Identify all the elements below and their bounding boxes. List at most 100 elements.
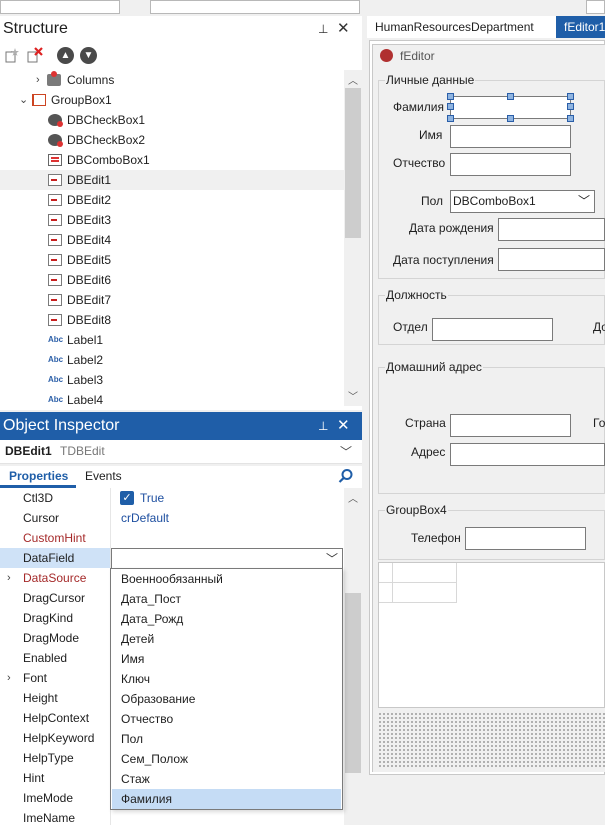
prop-scroll-up-icon[interactable]: ︿ <box>348 490 358 505</box>
tree-item[interactable]: › Columns <box>0 70 344 90</box>
tab-human-resources[interactable]: HumanResourcesDepartment <box>367 16 556 38</box>
tab-feditor1[interactable]: fEditor1 <box>556 16 605 38</box>
hire-date-field[interactable] <box>498 248 605 271</box>
tree-item[interactable]: Abc Label3 <box>0 370 344 390</box>
property-value[interactable]: True <box>140 488 164 508</box>
top-right-box[interactable] <box>586 0 605 14</box>
move-down-icon[interactable]: ▼ <box>80 47 97 64</box>
form-icon <box>380 49 393 62</box>
chevron-down-icon[interactable]: ﹀ <box>326 550 338 567</box>
scroll-down-icon[interactable]: ﹀ <box>348 388 358 403</box>
tree-item[interactable]: Abc Label2 <box>0 350 344 370</box>
tab-events[interactable]: Events <box>85 469 122 483</box>
tree-item[interactable]: DBEdit7 <box>0 290 344 310</box>
selection-handle[interactable] <box>507 115 514 122</box>
close-icon[interactable]: ✕ <box>337 19 350 37</box>
selection-handle[interactable] <box>447 93 454 100</box>
selection-handle[interactable] <box>447 115 454 122</box>
tree-item[interactable]: DBComboBox1 <box>0 150 344 170</box>
tree-item[interactable]: DBEdit4 <box>0 230 344 250</box>
chevron-right-icon[interactable]: › <box>36 70 40 90</box>
dropdown-item[interactable]: Имя <box>112 649 341 669</box>
datafield-dropdown: Военнообязанный Дата_Пост Дата_Рожд Детей Им… <box>110 568 343 810</box>
inspector-header: Object Inspector ⊥ ✕ <box>0 412 362 440</box>
tree-item-label: DBEdit2 <box>67 193 112 207</box>
checkbox-icon <box>48 134 63 147</box>
dbedit2-field[interactable] <box>450 125 571 148</box>
property-row[interactable]: ImeName <box>0 808 344 825</box>
property-value[interactable]: crDefault <box>121 508 169 528</box>
checkbox-checked-icon[interactable]: ✓ <box>120 491 134 505</box>
tree-item-label: Columns <box>67 73 115 87</box>
dropdown-item[interactable]: Стаж <box>112 769 341 789</box>
property-scrollbar[interactable]: ︿ <box>344 488 362 825</box>
dbedit3-field[interactable] <box>450 153 571 176</box>
dbgrid[interactable] <box>378 562 605 708</box>
sex-combobox[interactable]: DBComboBox1 ﹀ <box>450 190 595 213</box>
datafield-combo[interactable]: ﹀ <box>111 548 343 569</box>
selection-handle[interactable] <box>447 103 454 110</box>
phone-field[interactable] <box>465 527 586 550</box>
inspector-title: Object Inspector <box>3 417 120 434</box>
edit-icon <box>48 174 62 186</box>
chevron-down-icon[interactable]: ﹀ <box>340 443 352 460</box>
birth-date-field[interactable] <box>498 218 605 241</box>
structure-scrollbar[interactable]: ︿ ﹀ <box>344 70 362 406</box>
tree-item[interactable]: ⌄ GroupBox1 <box>0 90 344 110</box>
department-field[interactable] <box>432 318 553 341</box>
new-item-icon[interactable] <box>4 46 22 64</box>
move-up-icon[interactable]: ▲ <box>57 47 74 64</box>
dropdown-item[interactable]: Фамилия <box>112 789 341 809</box>
inspector-close-icon[interactable]: ✕ <box>337 416 350 434</box>
tree-item[interactable]: DBEdit1 <box>0 170 344 190</box>
top-strip-field-2[interactable] <box>150 0 360 14</box>
tree-item-label: DBEdit7 <box>67 293 112 307</box>
component-selector[interactable]: DBEdit1 TDBEdit ﹀ <box>0 440 362 464</box>
inspector-pin-icon[interactable]: ⊥ <box>318 419 328 433</box>
dropdown-item[interactable]: Пол <box>112 729 341 749</box>
delete-item-icon[interactable] <box>26 46 44 64</box>
dropdown-item[interactable]: Детей <box>112 629 341 649</box>
label-name: Имя <box>419 128 443 142</box>
dropdown-item[interactable]: Сем_Полож <box>112 749 341 769</box>
dropdown-item[interactable]: Дата_Пост <box>112 589 341 609</box>
chevron-down-icon[interactable]: ⌄ <box>19 90 28 110</box>
property-name: ImeName <box>23 811 76 825</box>
property-row[interactable]: Cursor crDefault <box>0 508 344 528</box>
selection-handle[interactable] <box>507 93 514 100</box>
top-strip-field[interactable] <box>0 0 120 14</box>
property-row[interactable]: Ctl3D ✓ True <box>0 488 344 508</box>
expand-icon[interactable]: › <box>7 668 11 688</box>
selection-handle[interactable] <box>567 93 574 100</box>
splitter[interactable] <box>362 0 369 825</box>
expand-icon[interactable]: › <box>7 568 11 588</box>
dropdown-item[interactable]: Образование <box>112 689 341 709</box>
prop-scroll-thumb[interactable] <box>345 593 361 773</box>
tree-item[interactable]: DBEdit8 <box>0 310 344 330</box>
tab-properties[interactable]: Properties <box>9 469 68 483</box>
property-name: DragCursor <box>23 591 86 605</box>
scroll-up-icon[interactable]: ︿ <box>348 72 358 87</box>
label-sex: Пол <box>421 194 444 208</box>
dropdown-item[interactable]: Военнообязанный <box>112 569 341 589</box>
dropdown-item[interactable]: Дата_Рожд <box>112 609 341 629</box>
tree-item[interactable]: DBEdit6 <box>0 270 344 290</box>
dropdown-item[interactable]: Отчество <box>112 709 341 729</box>
tree-item[interactable]: DBEdit2 <box>0 190 344 210</box>
chevron-down-icon[interactable]: ﹀ <box>578 191 590 212</box>
selection-handle[interactable] <box>567 103 574 110</box>
pin-icon[interactable]: ⊥ <box>318 22 328 36</box>
property-row[interactable]: CustomHint <box>0 528 344 548</box>
search-icon[interactable] <box>338 468 354 484</box>
tree-item[interactable]: DBCheckBox2 <box>0 130 344 150</box>
tree-item[interactable]: DBEdit3 <box>0 210 344 230</box>
address-field[interactable] <box>450 443 605 466</box>
tree-item[interactable]: Abc Label1 <box>0 330 344 350</box>
country-field[interactable] <box>450 414 571 437</box>
scroll-thumb[interactable] <box>345 88 361 238</box>
selection-handle[interactable] <box>567 115 574 122</box>
dropdown-item[interactable]: Ключ <box>112 669 341 689</box>
tree-item[interactable]: DBEdit5 <box>0 250 344 270</box>
tree-item[interactable]: DBCheckBox1 <box>0 110 344 130</box>
tree-item[interactable]: Abc Label4 <box>0 390 344 406</box>
